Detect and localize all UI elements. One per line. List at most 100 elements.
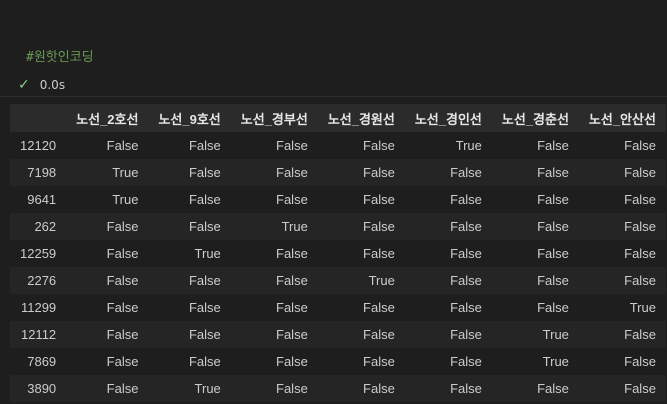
row-index: 7198 [27, 165, 57, 180]
table-cell: False [363, 327, 395, 342]
table-cell: False [624, 219, 656, 234]
table-cell: True [455, 138, 482, 153]
table-cell: False [106, 219, 139, 234]
table-cell: False [537, 138, 569, 153]
row-index: 262 [34, 219, 57, 234]
table-cell: False [106, 381, 139, 396]
table-cell: False [450, 219, 482, 234]
code-cell[interactable]: #원핫인코딩 dummies = pd.get_dummies(sample_d… [0, 0, 667, 185]
table-cell: True [542, 327, 569, 342]
table-row: 12259 False True False False False False False [10, 240, 666, 267]
table-cell: False [188, 354, 221, 369]
table-cell: False [276, 246, 308, 261]
column-header: 노선_9호선 [158, 111, 221, 127]
column-header: 노선_2호선 [76, 111, 139, 127]
table-cell: False [188, 138, 221, 153]
output-dataframe: 노선_2호선 노선_9호선 노선_경부선 노선_경원선 노선_경인선 노선_경춘… [10, 104, 666, 402]
table-cell: True [194, 246, 221, 261]
table-cell: False [537, 381, 569, 396]
table-cell: False [106, 273, 139, 288]
table-cell: False [276, 300, 308, 315]
column-header: 노선_경원선 [327, 111, 395, 127]
table-row: 7869 False False False False False True False [10, 348, 666, 375]
table-cell: True [542, 354, 569, 369]
table-cell: False [363, 192, 395, 207]
row-index: 12120 [20, 138, 57, 153]
index-header [10, 104, 66, 132]
table-cell: False [188, 327, 221, 342]
column-header: 노선_경인선 [414, 111, 482, 127]
table-row: 262 False False True False False False False [10, 213, 666, 240]
table-cell: False [537, 300, 569, 315]
table-cell: False [363, 246, 395, 261]
code-line-1: #원핫인코딩 [26, 48, 667, 68]
table-row: 12112 False False False False False True False [10, 321, 666, 348]
table-cell: True [368, 273, 395, 288]
table-cell: False [106, 300, 139, 315]
table-cell: False [106, 246, 139, 261]
code-editor[interactable]: #원핫인코딩 dummies = pd.get_dummies(sample_d… [26, 8, 667, 185]
table-cell: False [276, 138, 308, 153]
table-cell: False [450, 327, 482, 342]
table-cell: False [624, 327, 656, 342]
table-cell: False [450, 381, 482, 396]
table-cell: True [629, 300, 656, 315]
table-cell: False [276, 273, 308, 288]
table-cell: False [450, 273, 482, 288]
row-index: 3890 [27, 381, 57, 396]
table-cell: False [624, 165, 656, 180]
table-cell: False [624, 354, 656, 369]
table-row: 11299 False False False False False False True [10, 294, 666, 321]
table-cell: False [188, 192, 221, 207]
table-cell: False [450, 354, 482, 369]
table-cell: False [363, 138, 395, 153]
table-cell: False [537, 246, 569, 261]
table-cell: False [537, 192, 569, 207]
table-cell: False [363, 165, 395, 180]
table-cell: False [537, 273, 569, 288]
table-cell: False [450, 300, 482, 315]
column-header: 노선_경부선 [240, 111, 308, 127]
table-cell: True [112, 192, 139, 207]
table-cell: False [624, 273, 656, 288]
table-row: 2276 False False False True False False False [10, 267, 666, 294]
row-index: 7869 [27, 354, 57, 369]
table-cell: False [450, 192, 482, 207]
execution-status: ✓ 0.0s [18, 76, 65, 94]
column-header: 노선_경춘선 [501, 111, 569, 127]
table-cell: False [450, 246, 482, 261]
table-row: 9641 True False False False False False False [10, 186, 666, 213]
table-cell: False [276, 192, 308, 207]
table-cell: False [624, 138, 656, 153]
table-cell: False [363, 300, 395, 315]
row-index: 11299 [20, 300, 57, 315]
row-index: 12259 [20, 246, 57, 261]
table-cell: False [537, 165, 569, 180]
table-header-row: 노선_2호선 노선_9호선 노선_경부선 노선_경원선 노선_경인선 노선_경춘… [10, 104, 666, 132]
table-cell: False [188, 165, 221, 180]
table-cell: False [276, 381, 308, 396]
table-cell: False [276, 165, 308, 180]
table-cell: False [363, 219, 395, 234]
column-header: 노선_안산선 [588, 111, 656, 127]
row-index: 12112 [20, 327, 57, 342]
table-cell: False [624, 246, 656, 261]
execution-time: 0.0s [39, 78, 66, 92]
table-cell: True [281, 219, 308, 234]
output-divider [0, 96, 667, 97]
table-cell: True [112, 165, 139, 180]
row-index: 9641 [27, 192, 57, 207]
table-cell: False [188, 300, 221, 315]
code-comment: #원핫인코딩 [26, 50, 94, 65]
table-cell: False [363, 354, 395, 369]
table-cell: False [450, 165, 482, 180]
table-cell: False [106, 354, 139, 369]
table-row: 7198 True False False False False False False [10, 159, 666, 186]
table-cell: True [194, 381, 221, 396]
table-cell: False [363, 381, 395, 396]
table-row: 12120 False False False False True False False [10, 132, 666, 159]
table-row: 3890 False True False False False False False [10, 375, 666, 402]
table-cell: False [537, 219, 569, 234]
table-cell: False [624, 381, 656, 396]
check-icon: ✓ [18, 77, 30, 93]
